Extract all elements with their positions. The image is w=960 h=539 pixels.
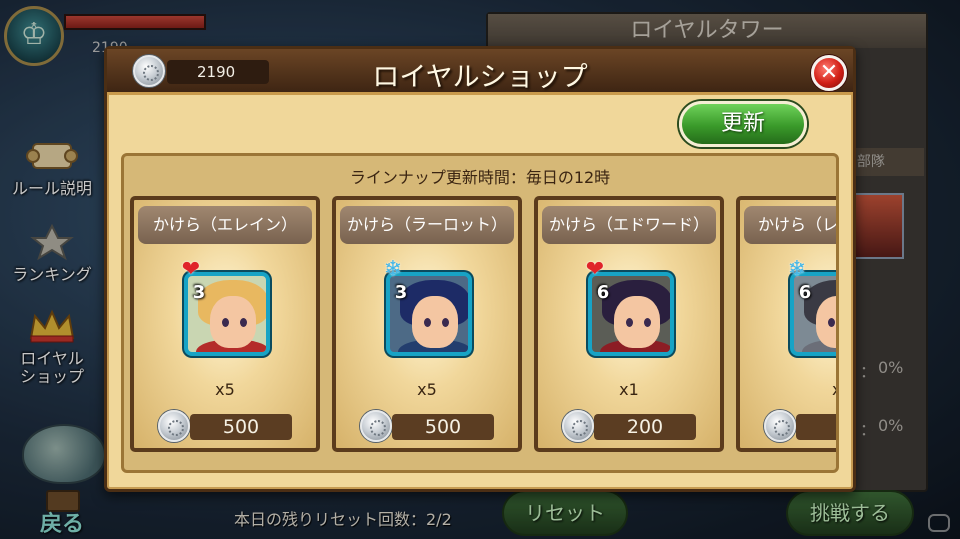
royal-coin-icon bbox=[562, 410, 594, 442]
portrait-eye bbox=[644, 318, 651, 327]
shop-item-card[interactable]: かけら（レ 6 ❄ x 2 bbox=[736, 196, 836, 452]
portrait-face bbox=[614, 296, 660, 348]
royal-coin-icon bbox=[158, 410, 190, 442]
portrait-face bbox=[210, 296, 256, 348]
portrait-eye bbox=[828, 318, 835, 327]
modal-header: 2190 ロイヤルショップ ✕ bbox=[107, 49, 853, 95]
modal-title: ロイヤルショップ bbox=[372, 62, 588, 93]
item-quantity: x5 bbox=[215, 380, 235, 399]
portrait-eye bbox=[442, 318, 449, 327]
close-icon: ✕ bbox=[819, 60, 839, 85]
snowflake-icon: ❄ bbox=[787, 257, 807, 282]
item-carousel[interactable]: かけら（エレイン） 3 ❤ x5 500 かけら（ラーロット） 3 ❄ x5 5… bbox=[130, 196, 836, 464]
character-portrait: 6 bbox=[588, 272, 674, 356]
close-button[interactable]: ✕ bbox=[811, 55, 847, 91]
shop-item-card[interactable]: かけら（ラーロット） 3 ❄ x5 500 bbox=[332, 196, 522, 452]
royal-coin-icon bbox=[360, 410, 392, 442]
rarity-rank: 3 bbox=[394, 282, 408, 303]
character-portrait: 3 bbox=[386, 272, 472, 356]
portrait-eye bbox=[240, 318, 247, 327]
lineup-panel: ラインナップ更新時間：毎日の12時 かけら（エレイン） 3 ❤ x5 500 か… bbox=[121, 153, 839, 473]
heart-icon: ❤ bbox=[181, 257, 201, 282]
lineup-update-time: ラインナップ更新時間：毎日の12時 bbox=[349, 168, 611, 187]
royal-shop-modal: 2190 ロイヤルショップ ✕ 更新 ラインナップ更新時間：毎日の12時 かけら… bbox=[104, 46, 856, 492]
item-quantity: x bbox=[740, 380, 836, 399]
snowflake-icon: ❄ bbox=[383, 257, 403, 282]
item-price: 500 bbox=[190, 414, 292, 440]
item-name: かけら（レ bbox=[744, 206, 836, 244]
refresh-button[interactable]: 更新 bbox=[679, 101, 807, 147]
item-name: かけら（ラーロット） bbox=[340, 206, 514, 244]
shop-item-card[interactable]: かけら（エドワード） 6 ❤ x1 200 bbox=[534, 196, 724, 452]
royal-coin-icon bbox=[764, 410, 796, 442]
heart-icon: ❤ bbox=[585, 257, 605, 282]
portrait-eye bbox=[424, 318, 431, 327]
item-quantity: x1 bbox=[619, 380, 639, 399]
character-portrait: 6 bbox=[790, 272, 836, 356]
item-name: かけら（エドワード） bbox=[542, 206, 716, 244]
item-name: かけら（エレイン） bbox=[138, 206, 312, 244]
rarity-rank: 3 bbox=[192, 282, 206, 303]
shop-item-card[interactable]: かけら（エレイン） 3 ❤ x5 500 bbox=[130, 196, 320, 452]
rarity-rank: 6 bbox=[798, 282, 812, 303]
item-price: 2 bbox=[796, 414, 836, 440]
rarity-rank: 6 bbox=[596, 282, 610, 303]
character-portrait: 3 bbox=[184, 272, 270, 356]
portrait-face bbox=[412, 296, 458, 348]
item-price: 200 bbox=[594, 414, 696, 440]
item-quantity: x5 bbox=[417, 380, 437, 399]
item-price: 500 bbox=[392, 414, 494, 440]
portrait-eye bbox=[222, 318, 229, 327]
portrait-eye bbox=[626, 318, 633, 327]
